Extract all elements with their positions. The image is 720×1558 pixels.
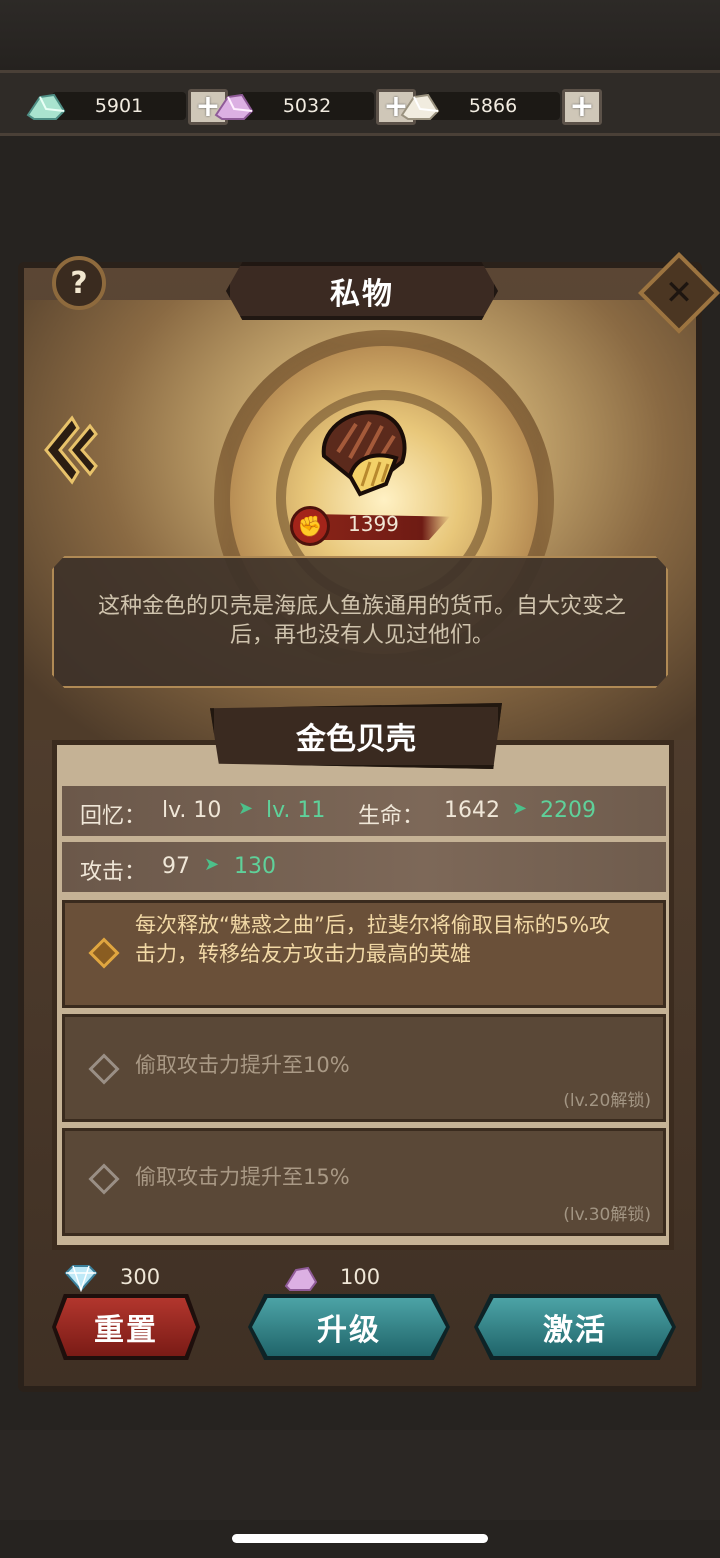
reset-button[interactable]: 重置 <box>52 1294 200 1360</box>
skill-tier-1: 每次释放“魅惑之曲”后，拉斐尔将偷取目标的5%攻击力，转移给友方攻击力最高的英雄 <box>62 900 666 1008</box>
upgrade-cost-value: 100 <box>340 1265 381 1289</box>
question-icon: ? <box>70 265 88 301</box>
attack-label: 攻击： <box>80 860 147 885</box>
item-name-banner: 金色贝壳 <box>210 703 502 769</box>
skill-tier-2-text: 偷取攻击力提升至10% <box>135 1053 350 1077</box>
hp-current: 1642 <box>444 798 500 823</box>
help-button[interactable]: ? <box>52 256 106 310</box>
skill-tier-3-text: 偷取攻击力提升至15% <box>135 1165 350 1189</box>
skill-tier-2: 偷取攻击力提升至10% (lv.20解锁) <box>62 1014 666 1122</box>
power-badge: ✊ 1399 <box>290 506 460 546</box>
home-indicator[interactable] <box>232 1534 488 1543</box>
currency-pink-value: 5032 <box>282 95 332 117</box>
skill-tier-1-text: 每次释放“魅惑之曲”后，拉斐尔将偷取目标的5%攻击力，转移给友方攻击力最高的英雄 <box>135 913 611 966</box>
panel-title: 私物 <box>226 262 498 320</box>
hp-next: 2209 <box>540 798 596 823</box>
fist-icon: ✊ <box>290 506 330 546</box>
memory-label: 回忆： <box>80 804 147 829</box>
item-description: 这种金色的贝壳是海底人鱼族通用的货币。自大灾变之后，再也没有人见过他们。 <box>97 594 626 648</box>
back-arrow-icon[interactable] <box>42 412 98 488</box>
arrow-right-icon: ➤ <box>238 798 254 819</box>
stat-row-attack: 攻击： 97 ➤ 130 <box>62 842 666 892</box>
arrow-right-icon: ➤ <box>204 854 220 875</box>
skill-diamond-icon <box>88 1053 120 1085</box>
attack-next: 130 <box>234 854 276 879</box>
skill-tier-3-unlock: (lv.30解锁) <box>563 1205 651 1225</box>
attack-current: 97 <box>162 854 190 879</box>
skill-tier-3: 偷取攻击力提升至15% (lv.30解锁) <box>62 1128 666 1236</box>
power-value: 1399 <box>348 512 399 536</box>
stat-row-memory-hp: 回忆： lv. 10 ➤ lv. 11 生命： 1642 ➤ 2209 <box>62 786 666 836</box>
currency-white-value: 5866 <box>468 95 518 117</box>
activate-button[interactable]: 激活 <box>474 1294 676 1360</box>
upgrade-button[interactable]: 升级 <box>248 1294 450 1360</box>
item-description-box: 这种金色的贝壳是海底人鱼族通用的货币。自大灾变之后，再也没有人见过他们。 <box>52 556 668 688</box>
top-backdrop <box>0 0 720 70</box>
reset-cost-value: 300 <box>120 1265 161 1289</box>
diamond-icon <box>64 1265 98 1292</box>
add-white-currency-button[interactable]: + <box>562 89 602 125</box>
memory-next: lv. 11 <box>266 798 326 823</box>
close-icon: ✕ <box>664 273 694 313</box>
pink-shard-icon <box>284 1266 318 1291</box>
hp-label: 生命： <box>358 804 425 829</box>
memory-current: lv. 10 <box>162 798 222 823</box>
skill-tier-2-unlock: (lv.20解锁) <box>563 1091 651 1111</box>
skill-diamond-icon <box>88 1163 120 1195</box>
arrow-right-icon: ➤ <box>512 798 528 819</box>
skill-diamond-icon <box>88 937 120 969</box>
currency-green-value: 5901 <box>94 95 144 117</box>
item-name: 金色贝壳 <box>296 722 416 757</box>
currency-bar: 5901 + 5032 + 5866 + <box>0 70 720 136</box>
golden-shell-icon <box>321 410 407 497</box>
bottom-nav-shadow <box>0 1430 720 1520</box>
